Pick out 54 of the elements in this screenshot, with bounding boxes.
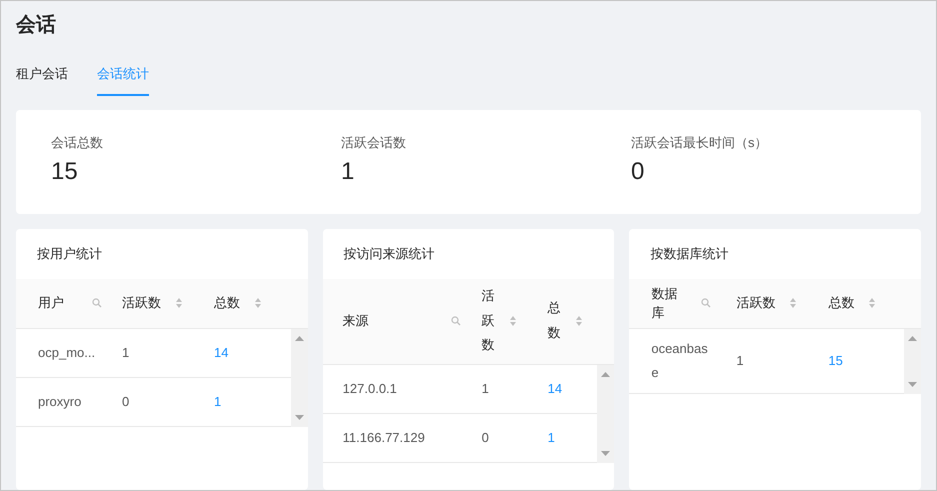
column-header: 数据库: [651, 284, 678, 322]
total-link[interactable]: 14: [214, 344, 228, 360]
search-icon[interactable]: [701, 298, 712, 308]
panel-title: 按用户统计: [37, 244, 102, 263]
tab[interactable]: 会话统计: [97, 64, 149, 96]
panel-title: 按数据库统计: [650, 244, 728, 263]
column-header: 总数: [828, 294, 854, 312]
table-cell: 0: [482, 430, 489, 444]
column-header: 活跃数: [736, 294, 776, 312]
column-header: 总数: [548, 299, 561, 342]
sort-icon[interactable]: [574, 315, 583, 327]
total-link[interactable]: 15: [828, 352, 843, 368]
scrollbar[interactable]: [904, 328, 922, 394]
column-header: 活跃数: [122, 294, 161, 312]
scrollbar[interactable]: [597, 364, 614, 462]
scroll-down-icon[interactable]: [601, 450, 610, 456]
table-cell: ocp_mo...: [38, 344, 96, 360]
stat-value: 15: [51, 157, 79, 187]
column-header: 总数: [214, 294, 240, 312]
sort-icon[interactable]: [508, 315, 517, 327]
column-header: 来源: [342, 312, 369, 330]
table-cell: 127.0.0.1: [342, 380, 397, 396]
stat-value: 0: [631, 157, 646, 187]
tab[interactable]: 租户会话: [16, 64, 68, 96]
total-link[interactable]: 1: [214, 394, 222, 408]
total-link[interactable]: 1: [548, 430, 555, 444]
table-cell: oceanbase: [651, 340, 708, 380]
sort-icon[interactable]: [868, 297, 876, 309]
table-cell: 0: [122, 394, 130, 408]
table-cell: 1: [736, 352, 744, 368]
sort-icon[interactable]: [254, 297, 262, 309]
search-icon[interactable]: [450, 316, 461, 326]
stat-label: 会话总数: [51, 134, 104, 152]
sort-icon[interactable]: [175, 297, 183, 309]
panel-title: 按访问来源统计: [344, 244, 435, 263]
scrollbar[interactable]: [290, 328, 308, 426]
table-cell: 1: [122, 344, 130, 360]
table-cell: 11.166.77.129: [342, 430, 425, 444]
scroll-down-icon[interactable]: [294, 414, 304, 420]
stat-label: 活跃会话最长时间（s）: [631, 134, 768, 152]
column-header: 活跃数: [482, 286, 495, 354]
scroll-up-icon[interactable]: [601, 372, 610, 376]
total-link[interactable]: 14: [548, 380, 562, 396]
column-header: 用户: [38, 294, 64, 312]
table-cell: proxyro: [38, 394, 82, 408]
scroll-up-icon[interactable]: [908, 336, 918, 340]
search-icon[interactable]: [92, 298, 102, 308]
stat-value: 1: [341, 157, 356, 187]
sort-icon[interactable]: [789, 297, 798, 309]
stat-label: 活跃会话数: [341, 134, 407, 152]
table-cell: 1: [482, 380, 489, 396]
scroll-up-icon[interactable]: [294, 336, 304, 340]
page-title: 会话: [16, 13, 57, 38]
scroll-down-icon[interactable]: [908, 382, 918, 386]
